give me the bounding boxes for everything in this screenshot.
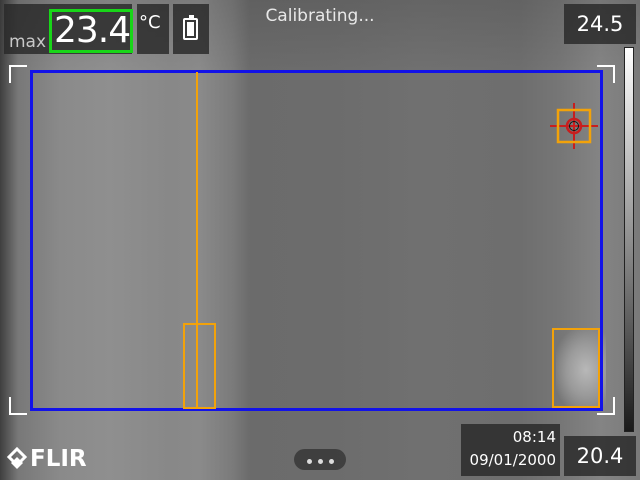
flir-logo: FLIR <box>6 446 98 474</box>
frame-corner-top-left <box>9 65 27 83</box>
status-text: Calibrating... <box>265 6 375 26</box>
measurement-result-panel[interactable]: max 23.4 <box>4 4 133 54</box>
frame-corner-bottom-left <box>9 397 27 415</box>
scale-min-value: 20.4 <box>576 444 624 468</box>
more-menu-button[interactable] <box>294 449 346 470</box>
measurement-label: max <box>9 32 47 52</box>
unit-indicator[interactable]: °C <box>137 4 169 54</box>
scale-min-box[interactable]: 20.4 <box>564 436 636 476</box>
battery-level-fill <box>187 21 194 36</box>
battery-icon <box>183 15 198 40</box>
hot-spot-marker <box>552 328 600 408</box>
measurement-value: 23.4 <box>49 9 133 53</box>
brand-text: FLIR <box>30 446 87 472</box>
clock-date: 09/01/2000 <box>469 451 556 469</box>
more-dots-icon <box>306 459 312 464</box>
temperature-color-scale[interactable] <box>624 47 634 432</box>
thermal-viewfinder: max 23.4 °C Calibrating... 24.5 20.4 08:… <box>0 0 640 480</box>
more-dot <box>328 459 334 464</box>
flir-logo-icon <box>6 446 28 469</box>
crosshair-spot-icon[interactable] <box>549 102 599 150</box>
measurement-area-box[interactable] <box>30 70 603 411</box>
scale-max-value: 24.5 <box>576 12 624 36</box>
datetime-panel: 08:14 09/01/2000 <box>461 424 560 476</box>
cold-spot-marker <box>183 323 216 409</box>
unit-label: °C <box>139 12 161 33</box>
clock-time: 08:14 <box>512 428 556 446</box>
scale-max-box[interactable]: 24.5 <box>564 4 636 44</box>
more-dot <box>317 459 323 464</box>
